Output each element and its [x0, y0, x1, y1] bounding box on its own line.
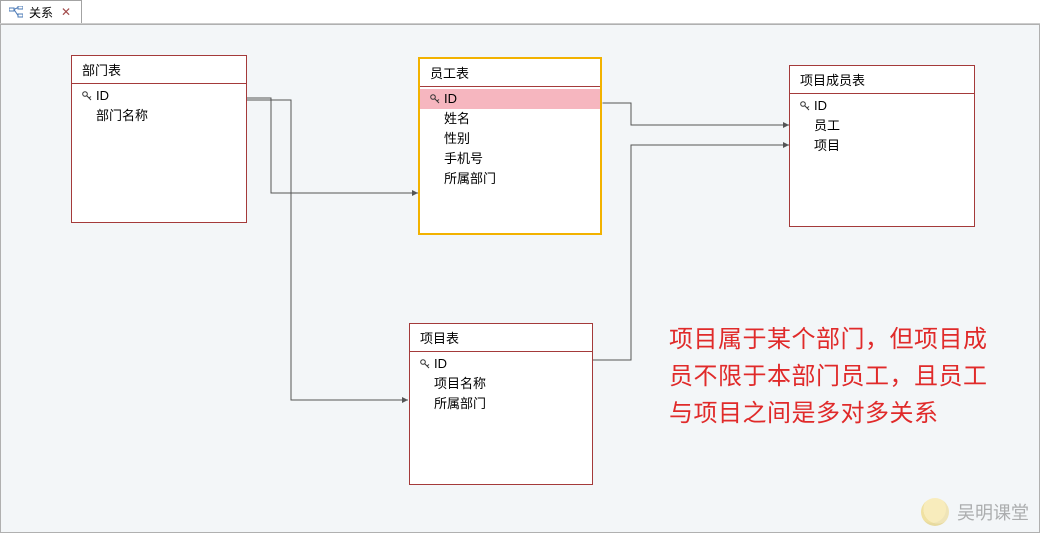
table-dept-fields: ID 部门名称	[72, 84, 246, 128]
field-name: 所属部门	[434, 395, 486, 413]
table-employee[interactable]: 员工表 ID 姓名 性别 手机号 所属部门	[418, 57, 602, 235]
field-row[interactable]: 项目名称	[410, 374, 592, 394]
field-name: 姓名	[444, 110, 470, 128]
field-row[interactable]: ID	[72, 86, 246, 106]
primary-key-icon	[416, 359, 434, 370]
watermark: 吴明课堂	[921, 498, 1029, 526]
field-row[interactable]: 部门名称	[72, 106, 246, 126]
table-project-fields: ID 项目名称 所属部门	[410, 352, 592, 416]
tab-relationships[interactable]: 关系 ✕	[0, 0, 82, 23]
tab-bar: 关系 ✕	[0, 0, 1040, 24]
field-name: 员工	[814, 117, 840, 135]
field-name: ID	[434, 355, 447, 373]
field-name: ID	[96, 87, 109, 105]
field-row[interactable]: 性别	[420, 129, 600, 149]
table-project-member-header: 项目成员表	[790, 66, 974, 94]
field-name: 项目名称	[434, 375, 486, 393]
close-icon[interactable]: ✕	[59, 5, 73, 19]
field-name: 手机号	[444, 150, 483, 168]
field-name: ID	[444, 90, 457, 108]
field-row[interactable]: 手机号	[420, 149, 600, 169]
table-dept[interactable]: 部门表 ID 部门名称	[71, 55, 247, 223]
field-name: ID	[814, 97, 827, 115]
field-row[interactable]: 所属部门	[410, 394, 592, 414]
relationship-canvas[interactable]: 部门表 ID 部门名称 员工表 ID 姓名 性别	[0, 24, 1040, 533]
field-name: 性别	[444, 130, 470, 148]
field-row[interactable]: 项目	[790, 136, 974, 156]
primary-key-icon	[426, 94, 444, 105]
annotation-text: 项目属于某个部门，但项目成员不限于本部门员工，且员工与项目之间是多对多关系	[669, 321, 1009, 433]
watermark-label: 吴明课堂	[957, 499, 1029, 525]
relationships-icon	[9, 6, 23, 18]
field-row[interactable]: ID	[410, 354, 592, 374]
primary-key-icon	[78, 91, 96, 102]
table-employee-header: 员工表	[420, 59, 600, 87]
field-row[interactable]: ID	[790, 96, 974, 116]
field-row[interactable]: 所属部门	[420, 169, 600, 189]
table-project[interactable]: 项目表 ID 项目名称 所属部门	[409, 323, 593, 485]
table-employee-fields: ID 姓名 性别 手机号 所属部门	[420, 87, 600, 191]
table-project-member-fields: ID 员工 项目	[790, 94, 974, 158]
table-dept-header: 部门表	[72, 56, 246, 84]
field-name: 所属部门	[444, 170, 496, 188]
field-row[interactable]: 员工	[790, 116, 974, 136]
watermark-logo-icon	[921, 498, 949, 526]
table-project-header: 项目表	[410, 324, 592, 352]
table-project-member[interactable]: 项目成员表 ID 员工 项目	[789, 65, 975, 227]
field-row[interactable]: ID	[420, 89, 600, 109]
primary-key-icon	[796, 101, 814, 112]
field-name: 项目	[814, 137, 840, 155]
tab-label: 关系	[29, 4, 53, 21]
field-name: 部门名称	[96, 107, 148, 125]
field-row[interactable]: 姓名	[420, 109, 600, 129]
